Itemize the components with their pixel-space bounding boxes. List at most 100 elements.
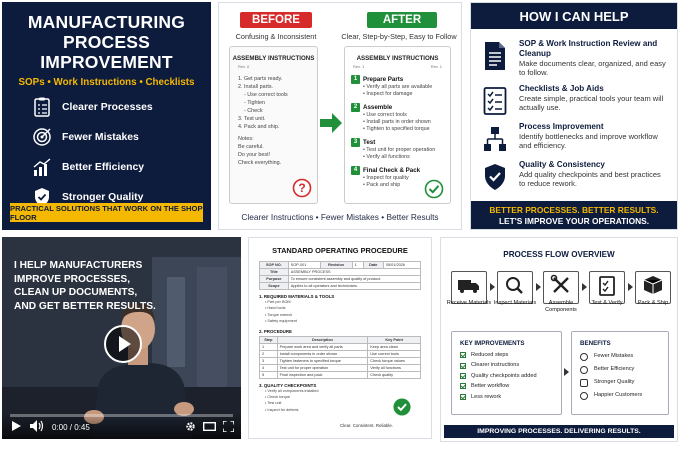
before-note: Notes: (238, 136, 254, 142)
benefits-title: BENEFITS (580, 340, 611, 347)
after-doc-rev-right: Rev. 1 (430, 64, 442, 69)
process-flow-footer: IMPROVING PROCESSES. DELIVERING RESULTS. (444, 425, 674, 438)
theater-icon[interactable] (203, 422, 216, 431)
step-title: Final Check & Pack (363, 167, 421, 174)
table-cell: To ensure consistent assembly and qualit… (287, 275, 422, 283)
feature-label: Fewer Mistakes (62, 131, 139, 143)
table-cell: 3 (259, 356, 278, 365)
truck-icon (458, 280, 479, 293)
before-note: Check everything. (238, 160, 282, 166)
process-flow-title: PROCESS FLOW OVERVIEW (503, 250, 615, 259)
step-bullet: • Inspect for damage (363, 91, 413, 97)
after-step: 2 Assemble • Use correct tools • Install … (351, 103, 450, 133)
table-cell: Title (259, 268, 289, 276)
table-cell: ASSEMBLY PROCESS (287, 268, 422, 276)
target-icon (580, 352, 588, 361)
table-cell: Install components in order shown (276, 349, 369, 358)
sop-procedure-table: Step Description Key Point 1 Prepare work a… (259, 335, 421, 379)
process-step-label: Test & Verify (591, 300, 623, 306)
table-row: 3 Tighten fasteners to specified torque Ch… (259, 356, 421, 365)
feature-label: Clearer Processes (62, 101, 153, 113)
benefit-item: Happier Customers (572, 389, 668, 402)
improvement-label: Quality checkpoints added (471, 372, 537, 379)
table-cell: 1 (351, 261, 364, 269)
volume-icon[interactable] (30, 420, 44, 432)
magnifier-icon (506, 277, 523, 294)
key-improvements-panel: KEY IMPROVEMENTS Reduced steps Clearer i… (451, 331, 562, 415)
step-number: 3 (351, 138, 360, 147)
step-title: Prepare Parts (363, 76, 404, 83)
table-cell: Final inspection and pack (276, 370, 369, 379)
feature-item: Better Efficiency (32, 156, 201, 178)
flow-arrow-icon (582, 283, 587, 291)
benefit-label: Happier Customers (594, 392, 643, 398)
play-icon (119, 336, 131, 352)
before-line: 1. Get parts ready. (238, 76, 283, 82)
flow-arrow-icon (564, 368, 569, 376)
flow-arrow-icon (536, 283, 541, 291)
table-cell: 4 (259, 363, 278, 372)
after-document: ASSEMBLY INSTRUCTIONS Rev. 1 Rev. 1 1 Prep… (344, 46, 451, 204)
checkbox-checked-icon (460, 393, 466, 400)
arrow-right-icon (320, 113, 342, 133)
question-mark-icon: ? (292, 178, 312, 198)
feature-item: Clearer Processes (32, 96, 201, 118)
table-row: 2 Install components in order shown Use co… (259, 349, 421, 358)
after-step: 3 Test • Test unit for proper operation •… (351, 138, 450, 161)
video-time: 0:00 / 0:45 (52, 423, 90, 432)
table-cell: Applies to all operators and technicians… (287, 282, 422, 290)
target-icon (33, 128, 51, 146)
big-play-button[interactable] (104, 325, 142, 363)
hero-banner-tile: MANUFACTURING PROCESS IMPROVEMENT SOPs •… (2, 2, 211, 230)
table-cell: Test unit for proper operation (276, 363, 369, 372)
video-progress-bar[interactable] (10, 414, 233, 417)
benefit-item: Better Efficiency (572, 363, 668, 376)
service-desc: Identify bottlenecks and improve workflo… (519, 131, 658, 150)
sop-section-heading: 2. PROCEDURE (259, 328, 292, 334)
sop-footer-note: Clear. Consistent. Reliable. (340, 423, 393, 428)
services-footer-line1: BETTER PROCESSES. BETTER RESULTS. (489, 205, 659, 215)
table-cell: Use correct tools (367, 349, 421, 358)
after-label: AFTER (367, 12, 437, 28)
checkbox-checked-icon (460, 383, 466, 390)
checkbox-checked-icon (460, 352, 466, 359)
before-label: BEFORE (240, 12, 312, 28)
improvement-item: Less rework (452, 392, 561, 402)
overlay-line: AND GET BETTER RESULTS. (14, 300, 156, 312)
table-cell: 5 (259, 370, 278, 379)
fullscreen-icon[interactable] (223, 421, 234, 432)
feature-label: Better Efficiency (62, 161, 144, 173)
table-row: 1 Prepare work area and verify all parts K… (259, 342, 421, 351)
table-cell: 05/01/2026 (382, 261, 422, 269)
table-row: 4 Test unit for proper operation Verify al… (259, 363, 421, 372)
service-desc: Make documents clear, organized, and eas… (519, 59, 666, 78)
svg-text:?: ? (298, 181, 305, 195)
step-number: 2 (351, 103, 360, 112)
step-bullet: • Use correct tools (363, 112, 407, 118)
before-line: - Use correct tools (244, 92, 288, 98)
table-cell: Keep area clean (367, 342, 421, 351)
benefit-label: Better Efficiency (594, 366, 635, 372)
service-item: SOP & Work Instruction Review and Cleanu… (483, 39, 667, 78)
shield-check-icon (485, 163, 505, 190)
settings-icon[interactable] (185, 421, 196, 432)
service-title: SOP & Work Instruction Review and Cleanu… (519, 39, 658, 58)
before-line: - Tighten (244, 100, 265, 106)
feature-item: Fewer Mistakes (32, 126, 201, 148)
step-bullet: • Verify all functions (363, 154, 410, 160)
before-caption: Confusing & Inconsistent (235, 32, 317, 41)
service-item: Quality & Consistency Add quality checkpo… (483, 160, 667, 192)
benefit-item: Stronger Quality (572, 376, 668, 389)
box-icon (643, 276, 663, 294)
video-player[interactable]: I HELP MANUFACTURERS IMPROVE PROCESSES, … (2, 237, 241, 439)
play-icon[interactable] (12, 421, 21, 431)
gauge-icon (580, 365, 588, 374)
sop-header-table: SOP NO. SOP-001 Revision 1 Date 05/01/20… (259, 261, 422, 290)
clipboard-check-icon (599, 276, 615, 296)
benefit-label: Fewer Mistakes (594, 353, 634, 359)
flow-arrow-icon (490, 283, 495, 291)
step-number: 1 (351, 75, 360, 84)
improvement-label: Reduced steps (471, 352, 509, 358)
before-doc-title: ASSEMBLY INSTRUCTIONS (232, 55, 315, 62)
table-cell: Prepare work area and verify all parts (276, 342, 369, 351)
